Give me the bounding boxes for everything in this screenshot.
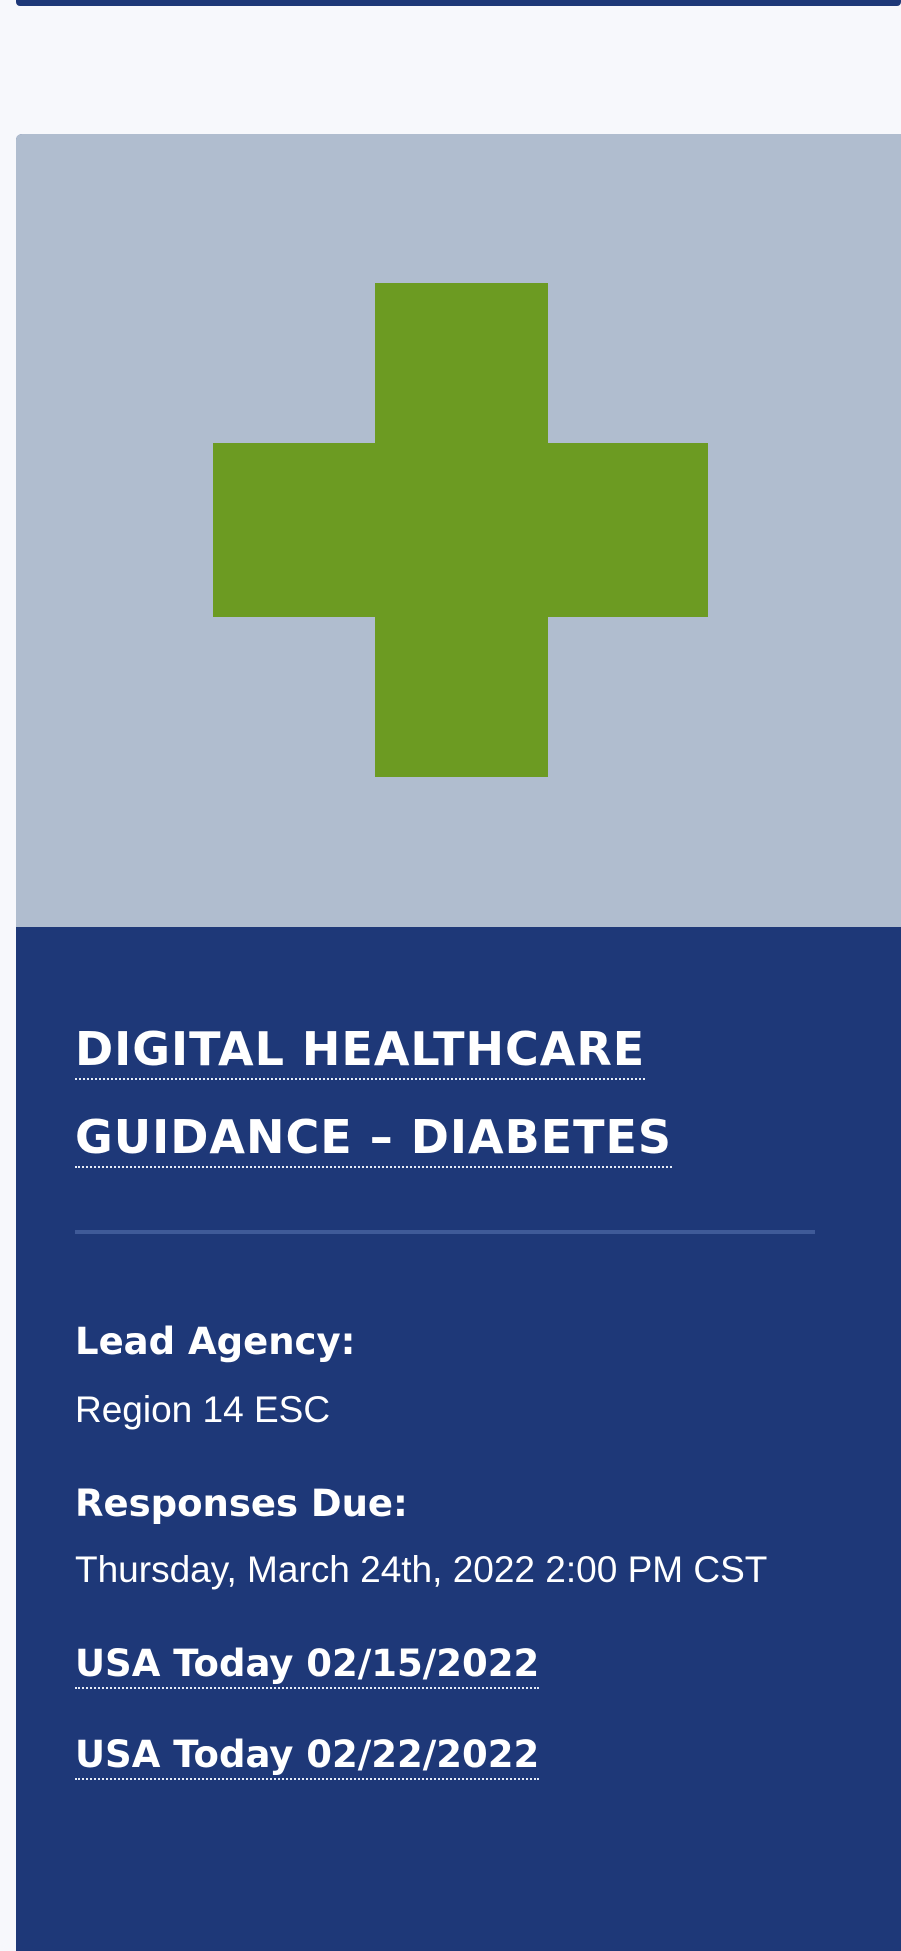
card-title-line-2[interactable]: GUIDANCE – DIABETES	[75, 1110, 673, 1168]
card-title-line-1[interactable]: DIGITAL HEALTHCARE	[75, 1022, 646, 1080]
card-title-link[interactable]: DIGITAL HEALTHCARE GUIDANCE – DIABETES	[75, 1005, 715, 1181]
divider	[75, 1230, 815, 1234]
usa-today-link-2[interactable]: USA Today 02/22/2022	[75, 1733, 540, 1780]
lead-agency-label: Lead Agency:	[75, 1320, 356, 1363]
card-image	[16, 134, 901, 927]
responses-due-value: Thursday, March 24th, 2022 2:00 PM CST	[75, 1549, 768, 1590]
lead-agency-value: Region 14 ESC	[75, 1389, 331, 1430]
responses-due-label: Responses Due:	[75, 1482, 408, 1525]
previous-card-bottom-edge	[16, 0, 901, 6]
usa-today-link-1[interactable]: USA Today 02/15/2022	[75, 1642, 540, 1689]
cross-horizontal-bar	[213, 443, 708, 617]
